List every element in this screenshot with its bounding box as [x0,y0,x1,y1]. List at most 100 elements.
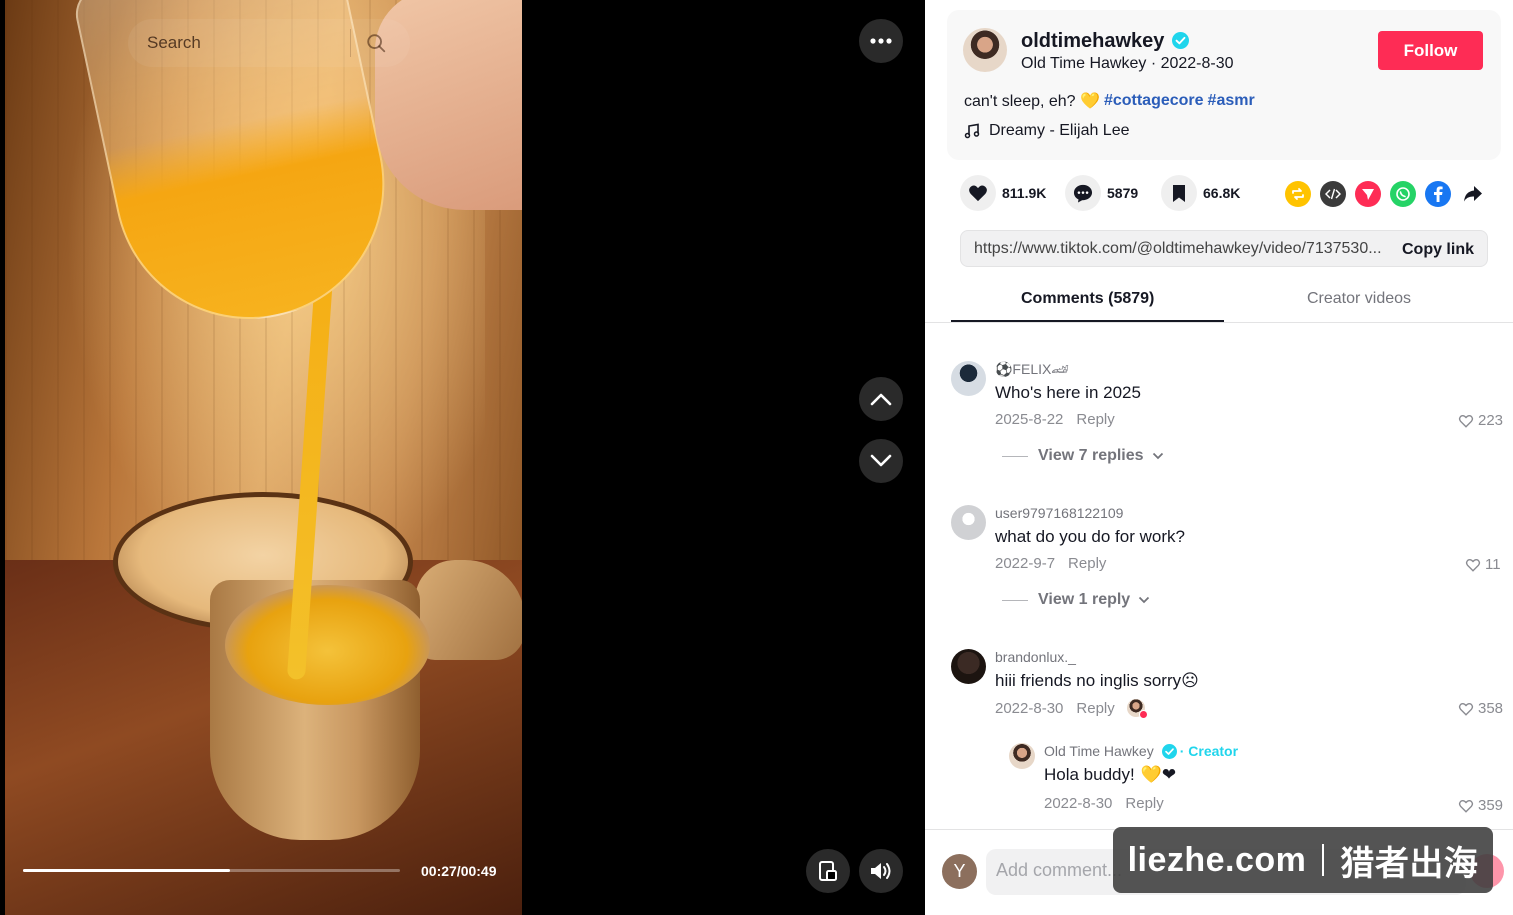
heart-outline-icon [1458,799,1474,813]
save-button[interactable] [1161,175,1197,211]
view-replies-line [1002,599,1028,601]
reply-like-button[interactable]: 359 [1458,797,1503,814]
my-avatar[interactable]: Y [942,854,977,889]
view-replies-label: View 1 reply [1038,591,1131,608]
reply-username[interactable]: Old Time Hawkey [1044,743,1154,759]
music-title: Dreamy - Elijah Lee [989,122,1130,139]
hashtag-link[interactable]: #asmr [1208,92,1255,110]
share-link-url[interactable]: https://www.tiktok.com/@oldtimehawkey/vi… [974,240,1384,258]
comment-like-button[interactable]: 223 [1458,412,1503,429]
comment-username[interactable]: brandonlux._ [995,649,1076,665]
comment-like-button[interactable]: 358 [1458,700,1503,717]
tab-creator-videos[interactable]: Creator videos [1307,290,1411,308]
more-dots-icon [870,38,892,44]
comment-like-button[interactable]: 11 [1465,556,1501,573]
video-time-label: 00:27/00:49 [421,863,497,879]
comment-date: 2022-9-7 [995,555,1056,572]
hashtag-link[interactable]: #cottagecore [1104,92,1204,110]
comment-emoji: ☹ [1181,671,1199,690]
floating-player-icon [819,861,837,881]
comment-count: 5879 [1107,185,1139,201]
watermark-separator [1322,844,1325,876]
comment-date: 2025-8-22 [995,411,1064,428]
video-cup-liquid [225,585,430,705]
comment-text: hiii friends no inglis sorry [995,671,1182,690]
video-frame[interactable] [5,0,522,915]
creator-liked-heart-icon [1138,710,1148,719]
comment-username[interactable]: user9797168122109 [995,505,1123,521]
reply-text: Hola buddy! [1044,765,1135,784]
actions-row: 811.9K 5879 66.8K [960,175,1500,215]
comment-avatar[interactable] [951,505,986,540]
watermark-domain: liezhe.com [1127,840,1307,879]
search-bar[interactable] [128,19,410,67]
reply-meta: 2022-8-30 Reply [1044,795,1164,812]
tab-comments[interactable]: Comments (5879) [1021,290,1154,308]
reply-like-count: 359 [1478,797,1504,814]
comment-avatar[interactable] [951,649,986,684]
more-options-button[interactable] [859,19,903,63]
embed-icon [1325,188,1341,200]
copy-link-button[interactable]: Copy link [1386,231,1490,268]
comment-like-count: 223 [1478,412,1504,429]
reply-avatar[interactable] [1009,743,1035,769]
view-replies-button[interactable]: View 1 reply [1002,591,1150,609]
share-arrow-icon [1464,186,1482,202]
whatsapp-icon [1396,187,1410,201]
comment-reply-button[interactable]: Reply [1076,411,1114,428]
creator-liked-avatar [1126,699,1148,719]
comment-reply-button[interactable]: Reply [1076,700,1114,717]
tab-active-underline [951,320,1224,322]
comment-text-row: hiii friends no inglis sorry ☹ [995,671,1199,691]
more-share-button[interactable] [1460,181,1486,207]
heart-outline-icon [1458,414,1474,428]
video-progress-bar[interactable] [23,869,400,872]
comment-reply-button[interactable]: Reply [1068,555,1106,572]
send-to-friends-icon [1362,189,1374,200]
previous-video-button[interactable] [859,377,903,421]
repost-button[interactable] [1285,181,1311,207]
share-link-box: https://www.tiktok.com/@oldtimehawkey/vi… [960,230,1488,267]
author-avatar[interactable] [963,28,1007,72]
reply-date: 2022-8-30 [1044,795,1113,812]
embed-button[interactable] [1320,181,1346,207]
comment-username[interactable]: ⚽FELIX🏎 [995,361,1069,378]
music-row[interactable]: Dreamy - Elijah Lee [964,122,1130,140]
comment-meta: 2022-9-7 Reply [995,555,1106,572]
send-to-friends-button[interactable] [1355,181,1381,207]
author-subtitle: Old Time Hawkey · 2022-8-30 [1021,55,1234,72]
comment-button[interactable] [1065,175,1101,211]
save-count: 66.8K [1203,185,1241,201]
chevron-up-icon [870,393,892,406]
floating-player-button[interactable] [806,849,850,893]
video-info-card: oldtimehawkey Old Time Hawkey · 2022-8-3… [947,10,1501,160]
like-action[interactable]: 811.9K [960,175,1046,211]
like-button[interactable] [960,175,996,211]
video-player[interactable]: 00:27/00:49 [0,0,925,915]
comment-avatar[interactable] [951,361,986,396]
comment-tabs: Comments (5879) Creator videos [925,280,1513,323]
save-action[interactable]: 66.8K [1161,175,1240,211]
search-button[interactable] [351,19,401,67]
heart-outline-icon [1458,702,1474,716]
follow-button[interactable]: Follow [1378,31,1483,70]
caption-text: can't sleep, eh? 💛 [964,93,1100,110]
like-count: 811.9K [1002,185,1047,201]
next-video-button[interactable] [859,439,903,483]
comment-action[interactable]: 5879 [1065,175,1138,211]
view-replies-button[interactable]: View 7 replies [1002,447,1164,465]
whatsapp-button[interactable] [1390,181,1416,207]
facebook-button[interactable] [1425,181,1451,207]
search-input[interactable] [128,33,348,53]
reply-reply-button[interactable]: Reply [1125,795,1163,812]
author-username[interactable]: oldtimehawkey [1021,30,1164,53]
volume-button[interactable] [859,849,903,893]
bookmark-icon [1173,184,1185,202]
view-replies-label: View 7 replies [1038,447,1144,464]
comment-like-count: 11 [1485,556,1501,573]
video-caption: can't sleep, eh? 💛 #cottagecore #asmr [964,91,1255,111]
chevron-down-icon [1139,596,1150,604]
verified-badge-icon [1172,32,1189,49]
music-note-icon [964,123,980,139]
view-replies-line [1002,455,1028,457]
